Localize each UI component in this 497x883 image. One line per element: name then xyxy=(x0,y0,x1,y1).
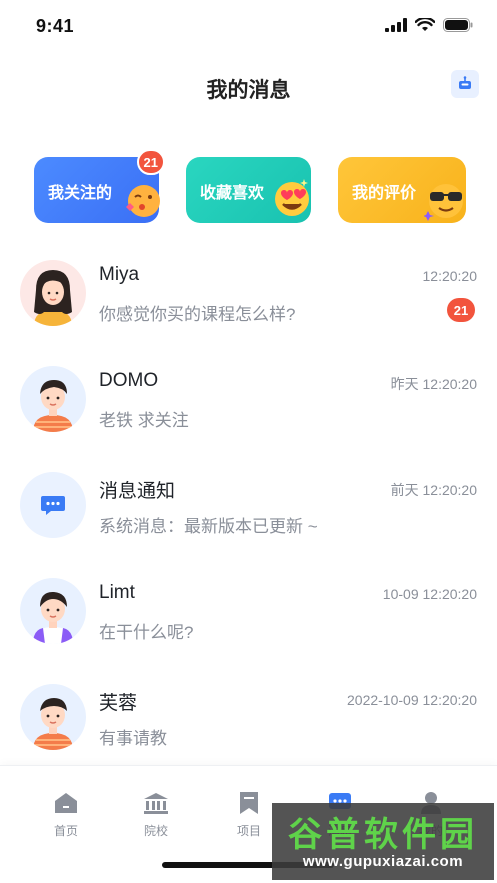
message-item[interactable]: Limt 10-09 12:20:20 在干什么呢? xyxy=(0,556,497,662)
card-label: 我的评价 xyxy=(352,185,417,202)
watermark-title: 谷普软件园 xyxy=(288,816,478,854)
tab-label: 院校 xyxy=(143,824,168,838)
tab-label: 项目 xyxy=(236,824,261,838)
message-sender: DOMO xyxy=(99,370,159,391)
bookmark-icon xyxy=(240,792,258,814)
tab-school[interactable]: 院校 xyxy=(126,790,186,846)
battery-icon xyxy=(443,18,473,32)
message-sender: 芙蓉 xyxy=(99,693,138,714)
signal-icon xyxy=(385,18,407,32)
avatar xyxy=(20,472,86,538)
quick-cards: 我关注的 21 收藏喜欢 我的评价 xyxy=(34,149,466,225)
avatar xyxy=(20,578,86,644)
sunglasses-emoji-icon xyxy=(424,184,463,221)
message-time: 2022-10-09 12:20:20 xyxy=(347,692,477,708)
heart-eyes-emoji-icon xyxy=(275,179,309,216)
card-badge: 21 xyxy=(136,149,165,175)
message-time: 前天 12:20:20 xyxy=(390,482,477,498)
chat-bubble-icon xyxy=(41,496,65,515)
message-sender: Limt xyxy=(99,582,135,603)
home-icon xyxy=(55,793,77,813)
school-icon xyxy=(144,793,168,814)
message-preview: 你感觉你买的课程怎么样? xyxy=(99,305,296,324)
message-time: 昨天 12:20:20 xyxy=(390,376,477,392)
message-preview: 有事请教 xyxy=(99,729,167,748)
robot-button[interactable] xyxy=(451,70,479,98)
status-icons xyxy=(385,18,473,32)
unread-badge: 21 xyxy=(447,298,475,322)
card-following[interactable]: 我关注的 21 xyxy=(34,149,165,223)
status-bar: 9:41 xyxy=(0,0,497,50)
wifi-icon xyxy=(415,18,435,31)
message-time: 10-09 12:20:20 xyxy=(382,586,477,602)
message-sender: Miya xyxy=(99,264,140,285)
tab-home[interactable]: 首页 xyxy=(36,790,96,846)
message-preview: 老铁 求关注 xyxy=(99,411,189,430)
page-title: 我的消息 xyxy=(206,79,291,102)
message-preview: 系统消息：最新版本已更新 ~ xyxy=(99,517,318,536)
message-item[interactable]: 消息通知 前天 12:20:20 系统消息：最新版本已更新 ~ xyxy=(0,450,497,556)
message-sender: 消息通知 xyxy=(99,481,176,502)
tab-projects[interactable]: 项目 xyxy=(219,790,279,846)
card-favorites[interactable]: 收藏喜欢 xyxy=(186,157,311,223)
robot-icon xyxy=(459,76,471,89)
card-label: 收藏喜欢 xyxy=(200,185,265,202)
message-item[interactable]: 芙蓉 2022-10-09 12:20:20 有事请教 xyxy=(0,662,497,768)
header: 我的消息 xyxy=(0,60,497,114)
watermark-url: www.gupuxiazai.com xyxy=(302,853,464,870)
kiss-emoji-icon xyxy=(126,185,160,217)
status-time: 9:41 xyxy=(36,16,75,36)
message-preview: 在干什么呢? xyxy=(99,623,194,642)
avatar xyxy=(20,260,86,326)
card-reviews[interactable]: 我的评价 xyxy=(338,157,466,223)
message-item[interactable]: Miya 12:20:20 你感觉你买的课程怎么样? 21 xyxy=(0,238,497,344)
watermark: 谷普软件园 www.gupuxiazai.com xyxy=(272,803,494,880)
message-item[interactable]: DOMO 昨天 12:20:20 老铁 求关注 xyxy=(0,344,497,450)
avatar xyxy=(20,366,86,432)
card-label: 我关注的 xyxy=(48,185,113,202)
avatar xyxy=(20,684,86,750)
tab-label: 首页 xyxy=(53,824,78,838)
message-time: 12:20:20 xyxy=(422,268,478,284)
